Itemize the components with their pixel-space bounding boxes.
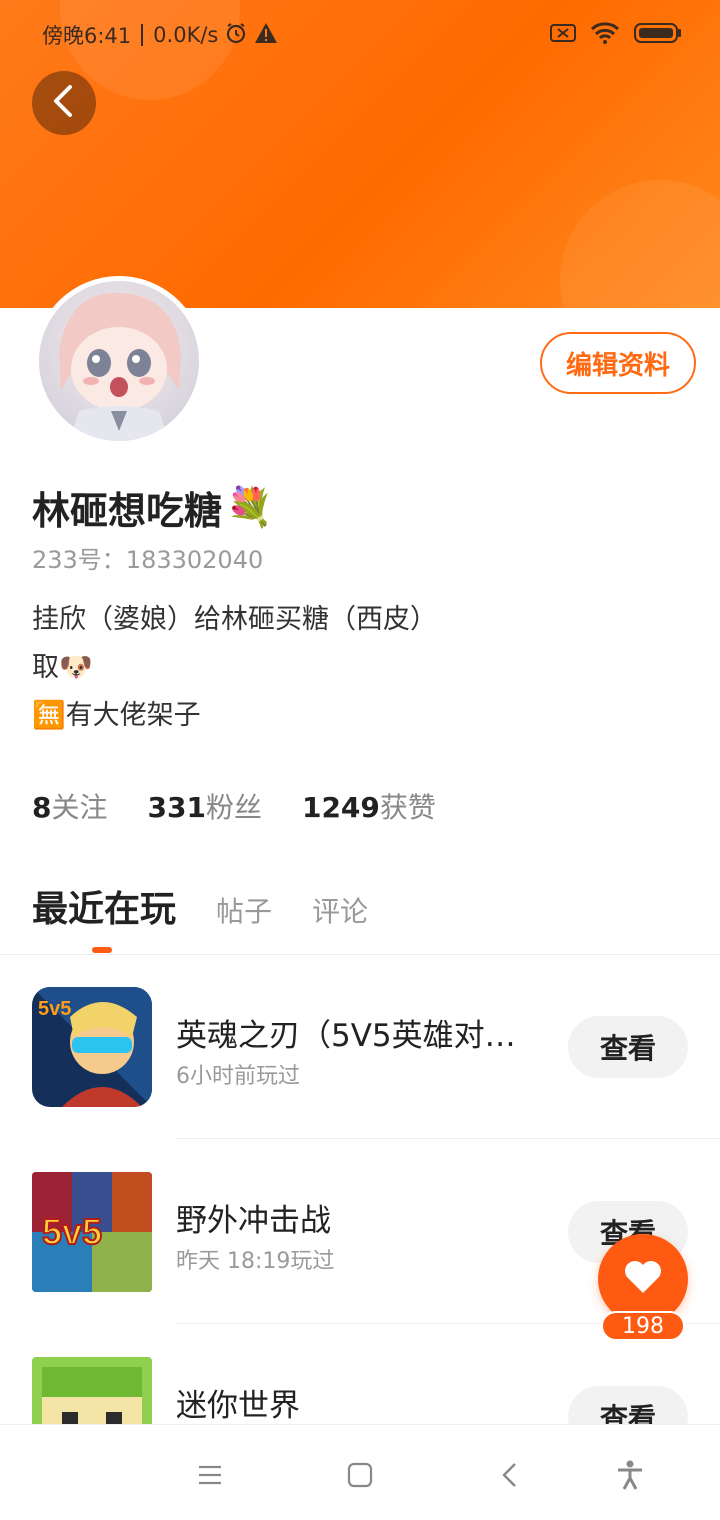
username-text: 林砸想吃糖 — [32, 489, 223, 533]
bouquet-icon: 💐 — [226, 485, 274, 529]
row-divider — [176, 1138, 720, 1139]
header-decoration — [560, 180, 720, 308]
game-title: 迷你世界 — [176, 1388, 300, 1424]
chevron-left-icon — [50, 83, 78, 123]
tab-posts[interactable]: 帖子 — [216, 890, 272, 930]
status-bar: 傍晚6:41 0.0K/s — [0, 14, 720, 54]
avatar-illustration — [59, 292, 181, 441]
view-button[interactable]: 查看 — [568, 1386, 688, 1424]
back-button[interactable] — [32, 71, 96, 135]
none-badge-icon: 🈚 — [32, 700, 66, 731]
warning-icon — [254, 22, 278, 49]
alarm-icon — [224, 21, 248, 50]
game-icon — [32, 1357, 152, 1424]
heart-icon — [623, 1259, 663, 1299]
dog-icon: 🐶 — [59, 652, 93, 683]
bio-line: 🈚有大佬架子 — [32, 700, 201, 731]
username: 林砸想吃糖 💐 — [32, 480, 273, 535]
status-left: 傍晚6:41 0.0K/s — [42, 20, 278, 50]
tabs-divider — [0, 954, 720, 955]
svg-text:5v5: 5v5 — [38, 998, 71, 1020]
stat-following[interactable]: 8关注 — [32, 786, 108, 826]
game-title: 英魂之刃（5V5英雄对战… — [176, 1018, 546, 1054]
game-played-time: 6小时前玩过 — [176, 1064, 300, 1089]
list-item[interactable]: 迷你世界 查看 — [0, 1340, 720, 1424]
sim-off-icon — [550, 23, 576, 48]
stat-likes[interactable]: 1249获赞 — [302, 786, 436, 826]
bio-line: 取🐶 — [32, 652, 93, 683]
status-separator — [141, 24, 144, 46]
status-time: 傍晚6:41 — [42, 24, 132, 48]
profile-stats: 8关注 331粉丝 1249获赞 — [32, 786, 436, 826]
battery-icon — [634, 22, 682, 49]
game-played-time: 昨天 18:19玩过 — [176, 1249, 335, 1274]
stat-followers[interactable]: 331粉丝 — [148, 786, 262, 826]
game-icon: 5v5 — [32, 987, 152, 1107]
back-icon[interactable] — [490, 1455, 530, 1495]
svg-text:5v5: 5v5 — [42, 1211, 102, 1252]
system-nav-bar — [0, 1424, 720, 1520]
bio: 挂欣（婆娘）给林砸买糖（西皮） 取🐶 🈚有大佬架子 — [32, 596, 437, 740]
tab-comments[interactable]: 评论 — [312, 890, 368, 930]
avatar[interactable] — [34, 276, 204, 446]
list-item[interactable]: 5v5 英魂之刃（5V5英雄对战… 6小时前玩过 查看 — [0, 970, 720, 1154]
game-icon: 5v5 — [32, 1172, 152, 1292]
tab-indicator — [92, 947, 112, 953]
bio-line: 挂欣（婆娘）给林砸买糖（西皮） — [32, 604, 437, 635]
network-speed: 0.0K/s — [153, 23, 219, 47]
view-button[interactable]: 查看 — [568, 1016, 688, 1078]
user-id: 233号：183302040 — [32, 546, 264, 574]
home-icon[interactable] — [340, 1455, 380, 1495]
edit-profile-button[interactable]: 编辑资料 — [540, 332, 696, 394]
menu-icon[interactable] — [190, 1455, 230, 1495]
tab-recently-played[interactable]: 最近在玩 — [32, 880, 176, 932]
game-title: 野外冲击战 — [176, 1203, 331, 1239]
wifi-icon — [590, 22, 620, 49]
like-count-badge: 198 — [601, 1311, 685, 1341]
accessibility-icon[interactable] — [610, 1455, 650, 1495]
profile-tabs: 最近在玩 帖子 评论 — [32, 880, 368, 932]
status-right — [550, 22, 682, 49]
